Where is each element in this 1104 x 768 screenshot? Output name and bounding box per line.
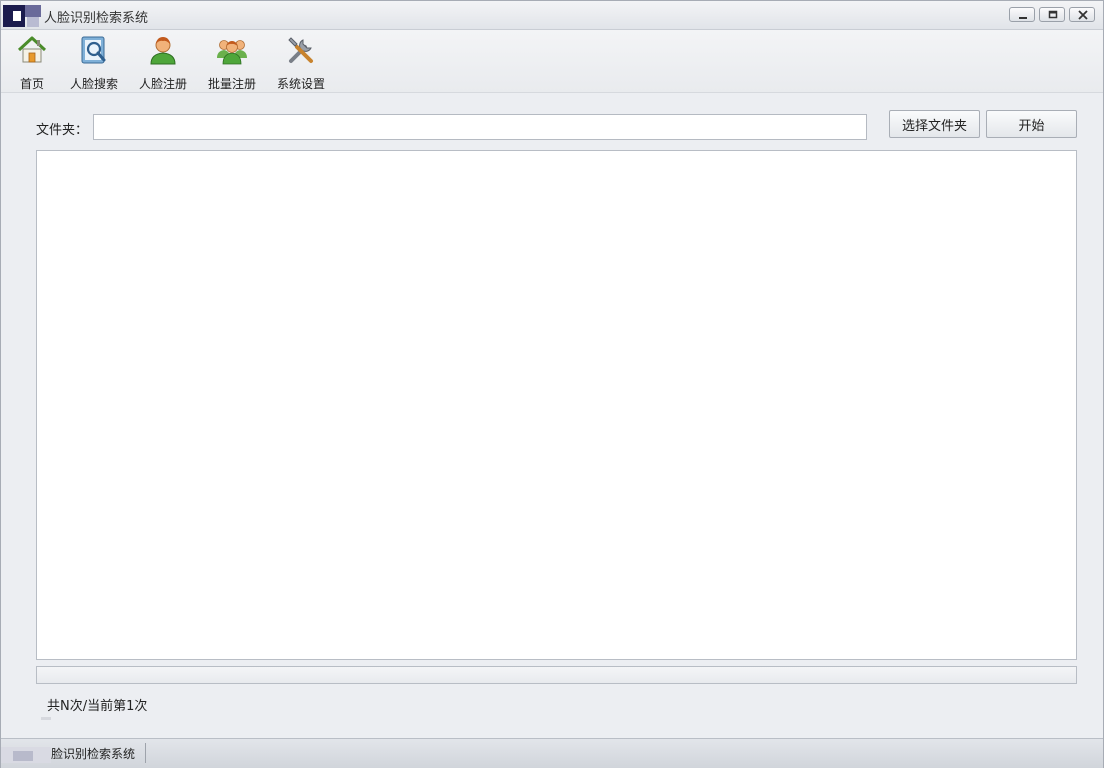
close-icon xyxy=(1078,10,1088,20)
toolbar-item-label: 人脸注册 xyxy=(138,77,187,91)
toolbar-item-face-register[interactable]: 人脸注册 xyxy=(136,34,190,92)
minimize-icon xyxy=(1019,17,1027,19)
maximize-button[interactable] xyxy=(1039,7,1065,22)
status-bar-separator xyxy=(145,743,146,763)
settings-tools-icon xyxy=(288,37,313,63)
toolbar-item-label: 系统设置 xyxy=(276,77,325,91)
face-register-icon xyxy=(150,37,176,65)
progress-bar xyxy=(36,666,1077,684)
window-title: 人脸识别检索系统 xyxy=(44,11,149,26)
toolbar-item-settings[interactable]: 系统设置 xyxy=(274,34,328,92)
maximize-icon xyxy=(1048,10,1058,19)
home-icon xyxy=(17,36,47,63)
main-toolbar: 首页 人脸搜索 人脸注册 批量注册 系统设置 xyxy=(1,30,1103,93)
app-window: 人脸识别检索系统 首页 人脸搜索 人脸注册 批量注册 系统设置 文件夹： 选择文… xyxy=(0,0,1104,768)
iteration-count-text: 共N次/当前第1次 xyxy=(47,699,148,714)
result-list-area[interactable] xyxy=(36,150,1077,660)
batch-register-icon xyxy=(217,40,247,65)
toolbar-item-label: 人脸搜索 xyxy=(69,77,118,91)
folder-path-input[interactable] xyxy=(93,114,867,140)
close-button[interactable] xyxy=(1069,7,1095,22)
title-bar[interactable]: 人脸识别检索系统 xyxy=(1,1,1103,30)
face-search-icon xyxy=(81,36,106,64)
toolbar-item-label: 首页 xyxy=(19,77,44,91)
toolbar-item-home[interactable]: 首页 xyxy=(15,34,49,92)
app-logo-icon xyxy=(1,739,53,768)
toolbar-item-batch-register[interactable]: 批量注册 xyxy=(205,34,259,92)
status-bar: 脸识别检索系统 xyxy=(1,738,1103,768)
select-folder-button[interactable]: 选择文件夹 xyxy=(889,110,980,138)
folder-label: 文件夹： xyxy=(36,123,89,138)
divider xyxy=(41,717,51,720)
toolbar-item-label: 批量注册 xyxy=(207,77,256,91)
minimize-button[interactable] xyxy=(1009,7,1035,22)
app-logo-icon xyxy=(3,5,43,31)
toolbar-item-face-search[interactable]: 人脸搜索 xyxy=(67,34,121,92)
start-button[interactable]: 开始 xyxy=(986,110,1077,138)
status-bar-text: 脸识别检索系统 xyxy=(51,747,136,761)
